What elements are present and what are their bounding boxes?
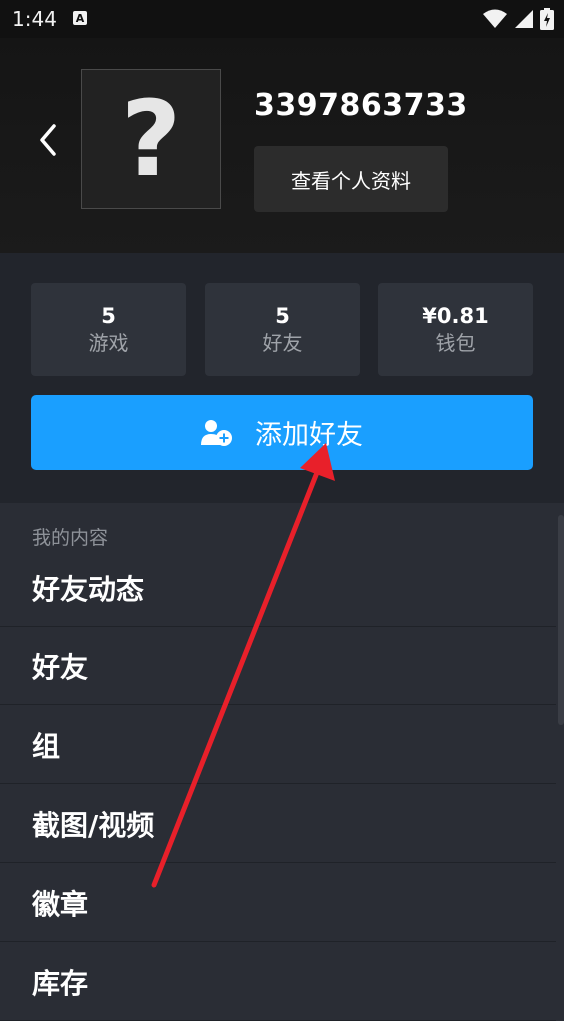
signal-icon [515, 10, 533, 28]
stat-label: 钱包 [435, 330, 476, 355]
view-profile-button[interactable]: 查看个人资料 [254, 146, 448, 212]
my-content-section: 我的内容 好友动态 好友 组 截图/视频 徽章 库存 [0, 503, 564, 1021]
back-button[interactable] [30, 118, 66, 162]
add-friend-button[interactable]: 添加好友 [31, 395, 533, 470]
status-icons [482, 8, 554, 30]
menu-item-inventory[interactable]: 库存 [0, 943, 556, 1021]
avatar[interactable]: ? [81, 69, 221, 209]
stat-value: ¥0.81 [422, 303, 489, 328]
stat-value: 5 [275, 303, 290, 328]
status-bar: 1:44 A [0, 0, 564, 38]
stat-wallet[interactable]: ¥0.81 钱包 [378, 283, 533, 376]
stats-section: 5 游戏 5 好友 ¥0.81 钱包 添加好友 [0, 253, 564, 503]
menu-item-screenshots-videos[interactable]: 截图/视频 [0, 785, 556, 863]
chevron-left-icon [40, 124, 56, 156]
stat-games[interactable]: 5 游戏 [31, 283, 186, 376]
menu-item-friend-activity[interactable]: 好友动态 [0, 549, 556, 627]
scrollbar[interactable] [558, 515, 564, 725]
stat-label: 好友 [262, 330, 303, 355]
stat-value: 5 [101, 303, 116, 328]
profile-header: ? 3397863733 查看个人资料 [0, 38, 564, 253]
battery-icon [540, 8, 554, 30]
app-notification-icon: A [73, 11, 87, 25]
stat-label: 游戏 [88, 330, 129, 355]
add-friend-label: 添加好友 [255, 420, 363, 451]
status-time: 1:44 [12, 7, 57, 31]
add-user-icon [201, 419, 232, 446]
menu-item-friends[interactable]: 好友 [0, 627, 556, 705]
section-label: 我的内容 [32, 527, 109, 549]
stat-friends[interactable]: 5 好友 [205, 283, 360, 376]
username: 3397863733 [254, 88, 468, 123]
menu-item-groups[interactable]: 组 [0, 706, 556, 784]
menu-item-badges[interactable]: 徽章 [0, 864, 556, 942]
wifi-icon [483, 9, 507, 28]
